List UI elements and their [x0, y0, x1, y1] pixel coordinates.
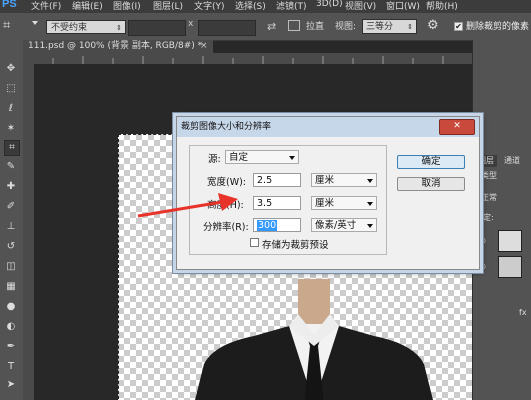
crop-tool-icon[interactable]: ⌗ [3, 18, 19, 34]
width-label: 宽度(W): [207, 177, 247, 188]
eyedropper-icon[interactable]: ✎ [4, 160, 18, 174]
fx-icon[interactable]: fx [519, 308, 527, 317]
cancel-button[interactable]: 取消 [397, 177, 465, 191]
menu-help[interactable]: 帮助(H) [426, 0, 458, 12]
height-unit-select[interactable]: 厘米 [311, 196, 377, 210]
gear-icon[interactable]: ⚙ [427, 18, 439, 33]
straighten-icon[interactable] [288, 20, 300, 31]
resolution-unit-select[interactable]: 像素/英寸 [311, 218, 377, 232]
filter-kind-label[interactable]: 类型 [481, 170, 497, 181]
crop-size-dialog: 裁剪图像大小和分辨率 ✕ 源: 自定 宽度(W): 2.5 厘米 高度(H): … [176, 116, 480, 270]
move-tool-icon[interactable]: ✥ [4, 62, 18, 76]
crop-tool-icon[interactable]: ⌗ [4, 140, 20, 156]
options-bar: ⌗ 不受约束 ⇕ x ⇄ 拉直 视图: 三等分 ⇕ ⚙ ✔ 删除裁剪的像素 [0, 13, 531, 41]
blend-mode-label[interactable]: 正常 [481, 192, 497, 203]
crop-height-field[interactable] [198, 20, 256, 36]
menu-file[interactable]: 文件(F) [31, 0, 61, 12]
dodge-tool-icon[interactable]: ◐ [4, 320, 18, 334]
width-unit-value: 厘米 [315, 175, 335, 186]
menu-3d[interactable]: 3D(D) [316, 0, 343, 9]
ruler-ticks [52, 56, 444, 64]
resolution-input-value: 300 [257, 220, 278, 231]
crop-width-field[interactable] [128, 20, 186, 36]
menu-type[interactable]: 文字(Y) [194, 0, 225, 12]
source-select-value: 自定 [229, 152, 249, 163]
chevron-down-icon [367, 179, 373, 183]
stamp-tool-icon[interactable]: ⊥ [4, 220, 18, 234]
lasso-tool-icon[interactable]: ℓ [4, 102, 18, 116]
menu-window[interactable]: 窗口(W) [386, 0, 420, 12]
menu-select[interactable]: 选择(S) [235, 0, 266, 12]
view-select-value: 三等分 [366, 22, 394, 32]
ratio-select[interactable]: 不受约束 ⇕ [46, 20, 126, 34]
chevron-updown-icon: ⇕ [407, 23, 413, 31]
chevron-down-icon[interactable] [32, 21, 38, 25]
document-tab[interactable]: 111.psd @ 100% (背景 副本, RGB/8#) * [23, 40, 213, 53]
menu-bar: PS 文件(F) 编辑(E) 图像(I) 图层(L) 文字(Y) 选择(S) 滤… [0, 0, 531, 13]
save-preset-label[interactable]: 存储为裁剪预设 [262, 237, 329, 251]
resolution-input[interactable]: 300 [253, 218, 301, 232]
menu-layer[interactable]: 图层(L) [153, 0, 183, 12]
chevron-down-icon [367, 202, 373, 206]
menu-filter[interactable]: 滤镜(T) [276, 0, 307, 12]
eraser-tool-icon[interactable]: ◫ [4, 260, 18, 274]
blur-tool-icon[interactable]: ● [4, 300, 18, 314]
source-select[interactable]: 自定 [225, 150, 299, 164]
height-unit-value: 厘米 [315, 198, 335, 209]
menu-image[interactable]: 图像(I) [113, 0, 141, 12]
path-select-icon[interactable]: ➤ [4, 378, 18, 392]
resolution-label: 分辨率(R): [203, 222, 249, 233]
height-input-value: 3.5 [257, 198, 273, 209]
layer-thumbnail[interactable] [498, 256, 522, 278]
photoshop-logo: PS [2, 0, 17, 10]
chevron-down-icon [367, 224, 373, 228]
layer-thumbnail[interactable] [498, 230, 522, 252]
chevron-updown-icon: ⇕ [116, 24, 122, 32]
width-input-value: 2.5 [257, 175, 273, 186]
save-preset-checkbox[interactable] [250, 238, 259, 247]
layers-panel: 图层 通道 类型 正常 锁定: ◉ ◉ fx [472, 40, 531, 400]
gradient-tool-icon[interactable]: ▦ [4, 280, 18, 294]
healing-brush-icon[interactable]: ✚ [4, 180, 18, 194]
chevron-down-icon [289, 156, 295, 160]
view-label: 视图: [335, 22, 357, 32]
times-label: x [188, 19, 194, 29]
view-select[interactable]: 三等分 ⇕ [362, 19, 417, 34]
width-unit-select[interactable]: 厘米 [311, 173, 377, 187]
history-brush-icon[interactable]: ↺ [4, 240, 18, 254]
close-button[interactable]: ✕ [439, 119, 475, 135]
marquee-tool-icon[interactable]: ⬚ [4, 82, 18, 96]
menu-view[interactable]: 视图(V) [345, 0, 376, 12]
close-icon[interactable]: × [200, 40, 208, 53]
brush-tool-icon[interactable]: ✐ [4, 200, 18, 214]
resolution-unit-value: 像素/英寸 [315, 220, 357, 231]
document-tab-title: 111.psd @ 100% (背景 副本, RGB/8#) * [28, 41, 203, 51]
pen-tool-icon[interactable]: ✒ [4, 340, 18, 354]
menu-edit[interactable]: 编辑(E) [72, 0, 103, 12]
dialog-titlebar[interactable]: 裁剪图像大小和分辨率 [177, 117, 479, 137]
swap-icon[interactable]: ⇄ [267, 20, 276, 33]
ok-button[interactable]: 确定 [397, 155, 465, 169]
delete-cropped-label[interactable]: 删除裁剪的像素 [466, 19, 529, 32]
height-input[interactable]: 3.5 [253, 196, 301, 210]
person-photo [195, 279, 433, 400]
ratio-select-value: 不受约束 [51, 23, 88, 33]
source-label: 源: [208, 154, 221, 165]
dialog-title: 裁剪图像大小和分辨率 [181, 122, 272, 132]
magic-wand-icon[interactable]: ✶ [4, 122, 18, 136]
tools-panel: ✥ ⬚ ℓ ✶ ⌗ ✎ ✚ ✐ ⊥ ↺ ◫ ▦ ● ◐ ✒ T ➤ [0, 40, 24, 400]
tab-channels[interactable]: 通道 [501, 155, 523, 167]
type-tool-icon[interactable]: T [4, 360, 18, 374]
straighten-label[interactable]: 拉直 [306, 19, 324, 32]
height-label: 高度(H): [207, 200, 244, 211]
delete-cropped-checkbox[interactable]: ✔ [454, 22, 463, 31]
width-input[interactable]: 2.5 [253, 173, 301, 187]
